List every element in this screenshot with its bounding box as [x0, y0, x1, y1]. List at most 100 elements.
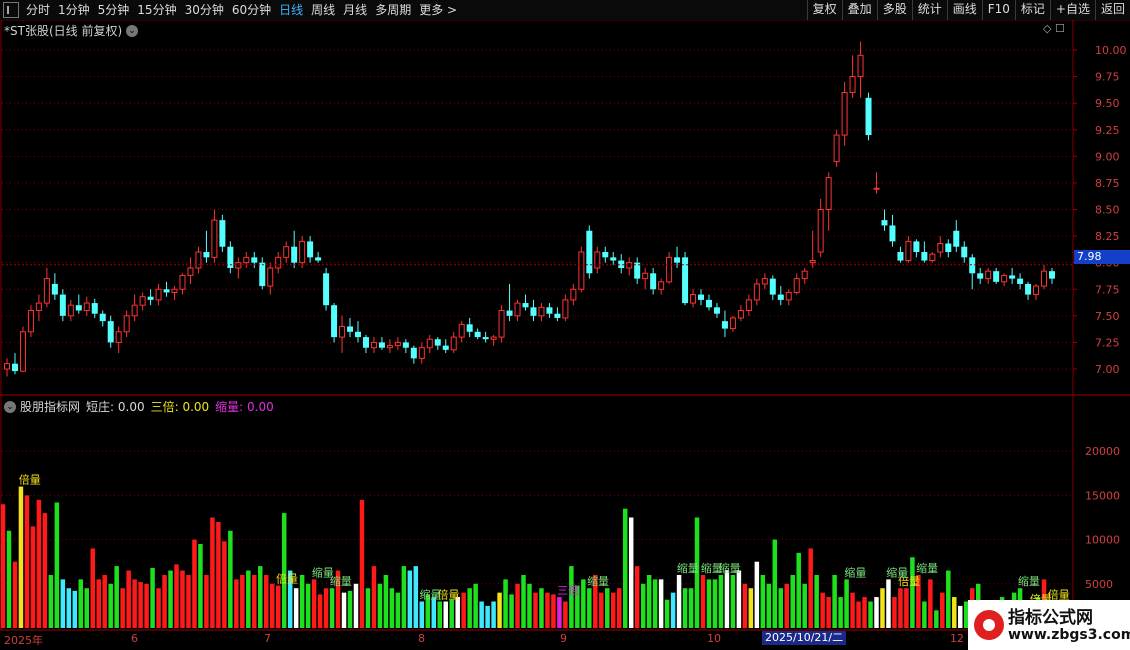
volume-bar — [42, 513, 48, 628]
candle-body — [538, 306, 545, 317]
candle-body — [642, 272, 649, 280]
y-axis-label: 7.50 — [1095, 310, 1120, 323]
x-axis-label: 9 — [560, 632, 567, 645]
volume-bar — [437, 601, 442, 628]
volume-bar — [910, 557, 915, 628]
volume-bar — [796, 552, 801, 628]
candle-body — [299, 240, 306, 264]
volume-bar — [413, 566, 419, 628]
volume-bar — [587, 588, 592, 628]
volume-bar — [880, 588, 885, 628]
candle-body — [458, 323, 465, 338]
chevron-down-icon[interactable]: ⌄ — [126, 24, 139, 37]
candle-body — [147, 296, 154, 300]
volume-bar — [802, 583, 807, 628]
x-axis-label: 8 — [418, 632, 425, 645]
candle-body — [977, 273, 984, 279]
period-tab-2[interactable]: 5分钟 — [95, 0, 135, 20]
indicator-value-0: 短庄: 0.00 — [86, 400, 145, 414]
period-tab-8[interactable]: 月线 — [340, 0, 372, 20]
candle-body — [682, 257, 689, 304]
volume-bar — [545, 592, 550, 628]
volume-bar — [886, 579, 891, 628]
period-tab-4[interactable]: 30分钟 — [182, 0, 229, 20]
volume-bar — [658, 579, 664, 628]
volume-bar — [204, 574, 209, 628]
tool-button-5[interactable]: F10 — [981, 0, 1015, 20]
tool-button-3[interactable]: 统计 — [911, 0, 947, 20]
watermark-logo: 指标公式网 www.zbgs3.com — [968, 600, 1130, 650]
chart-tools-icons[interactable]: ◇ ☐ — [1043, 22, 1065, 35]
volume-bar — [305, 583, 311, 628]
volume-bar — [455, 597, 460, 628]
volume-bar — [754, 561, 760, 628]
tool-button-4[interactable]: 画线 — [946, 0, 982, 20]
tool-button-7[interactable]: +自选 — [1049, 0, 1095, 20]
candle-body — [339, 325, 346, 338]
y-axis-label: 8.25 — [1095, 230, 1120, 243]
volume-bar — [0, 504, 6, 628]
period-tab-6[interactable]: 日线 — [276, 0, 308, 20]
volume-bar — [688, 588, 694, 628]
volume-bar — [335, 570, 341, 628]
volume-bar — [66, 588, 72, 628]
period-tab-5[interactable]: 60分钟 — [229, 0, 276, 20]
candle-body — [745, 299, 752, 312]
indicator-value-2: 缩量: 0.00 — [215, 400, 274, 414]
volume-bar — [407, 570, 413, 628]
volume-bar — [132, 579, 137, 628]
period-tab-10[interactable]: 更多 > — [416, 0, 462, 20]
volume-signal-label: 倍量 — [438, 587, 460, 601]
y-axis-label: 8.50 — [1095, 204, 1120, 217]
volume-bar — [54, 502, 60, 628]
volume-bar — [838, 597, 843, 628]
candle-body — [259, 262, 266, 287]
candlestick-chart[interactable]: 10.009.759.509.259.008.758.508.258.007.7… — [0, 0, 1130, 650]
volume-bar — [491, 601, 496, 628]
chevron-down-icon[interactable]: ⌄ — [4, 400, 16, 413]
volume-bar — [168, 570, 173, 628]
volume-bar — [515, 583, 520, 628]
candle-body — [953, 230, 960, 247]
y-axis-label: 9.25 — [1095, 124, 1120, 137]
volume-bar — [431, 597, 437, 628]
volume-bar — [275, 585, 281, 628]
candle-body — [721, 321, 728, 329]
volume-bar — [359, 499, 365, 628]
tool-button-2[interactable]: 多股 — [876, 0, 912, 20]
volume-bar — [192, 539, 197, 628]
tool-button-0[interactable]: 复权 — [806, 0, 842, 20]
volume-bar — [114, 566, 119, 628]
volume-bar — [401, 566, 407, 628]
volume-bar — [898, 588, 903, 628]
candle-body — [594, 251, 601, 269]
x-axis-label: 12 — [950, 632, 964, 645]
tool-button-6[interactable]: 标记 — [1014, 0, 1050, 20]
volume-bar — [575, 585, 580, 628]
tool-button-1[interactable]: 叠加 — [841, 0, 877, 20]
period-tab-3[interactable]: 15分钟 — [134, 0, 181, 20]
volume-bar — [473, 583, 478, 628]
volume-bar — [958, 605, 963, 628]
tool-button-8[interactable]: 返回 — [1094, 0, 1130, 20]
period-tab-9[interactable]: 多周期 — [372, 0, 416, 20]
volume-bar — [281, 513, 287, 628]
indicator-value-1: 三倍: 0.00 — [150, 400, 210, 414]
top-toolbar: 分时 1分钟 5分钟 15分钟 30分钟 60分钟 日线 周线 月线 多周期 更多 > 复权 叠加 多股… — [0, 0, 1130, 21]
candle-body — [91, 303, 98, 314]
sidebar-toggle-icon[interactable] — [3, 2, 19, 18]
volume-bar — [557, 597, 562, 628]
volume-bar — [952, 597, 957, 628]
period-tab-7[interactable]: 周线 — [308, 0, 340, 20]
volume-bar — [563, 601, 568, 628]
period-tab-0[interactable]: 分时 — [23, 0, 55, 20]
volume-bar — [844, 579, 849, 628]
candle-body — [163, 289, 170, 293]
candle-body — [27, 310, 34, 333]
volume-bar — [850, 592, 855, 628]
volume-bar — [102, 574, 107, 628]
candle-body — [227, 246, 234, 268]
candle-body — [59, 294, 66, 316]
candle-body — [969, 257, 976, 274]
period-tab-1[interactable]: 1分钟 — [55, 0, 95, 20]
